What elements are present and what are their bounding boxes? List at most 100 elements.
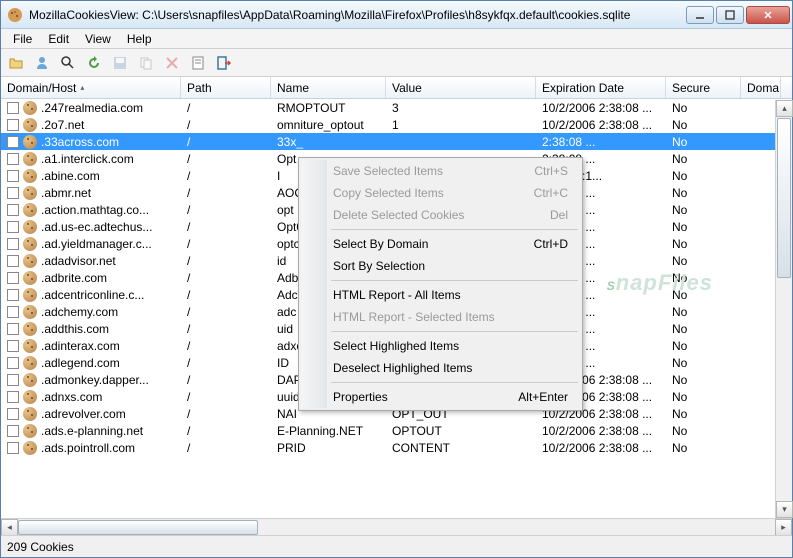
context-menu-item[interactable]: Select By DomainCtrl+D xyxy=(301,233,580,255)
table-row[interactable]: .ads.e-planning.net/E-Planning.NETOPTOUT… xyxy=(1,422,792,439)
cell-path: / xyxy=(181,117,271,133)
vertical-scrollbar[interactable]: ▴ ▾ xyxy=(775,100,792,518)
column-expiration[interactable]: Expiration Date xyxy=(536,77,666,98)
cookie-icon xyxy=(23,356,37,370)
table-row[interactable]: .33across.com/33x_2:38:08 ...No xyxy=(1,133,792,150)
cell-path: / xyxy=(181,134,271,150)
cell-secure: No xyxy=(666,287,741,303)
menu-edit[interactable]: Edit xyxy=(40,30,77,48)
row-checkbox[interactable] xyxy=(7,255,19,267)
scroll-down-button[interactable]: ▾ xyxy=(776,501,793,518)
cell-secure: No xyxy=(666,440,741,456)
row-checkbox[interactable] xyxy=(7,170,19,182)
cell-secure: No xyxy=(666,321,741,337)
save-icon[interactable] xyxy=(109,52,131,74)
context-menu-item[interactable]: PropertiesAlt+Enter xyxy=(301,386,580,408)
cell-host: .abmr.net xyxy=(41,186,91,200)
menu-file[interactable]: File xyxy=(5,30,40,48)
cookie-icon xyxy=(23,135,37,149)
row-checkbox[interactable] xyxy=(7,119,19,131)
minimize-button[interactable] xyxy=(686,6,714,24)
column-secure[interactable]: Secure xyxy=(666,77,741,98)
row-checkbox[interactable] xyxy=(7,102,19,114)
row-checkbox[interactable] xyxy=(7,272,19,284)
table-row[interactable]: .247realmedia.com/RMOPTOUT310/2/2006 2:3… xyxy=(1,99,792,116)
column-domain-host[interactable]: Domain/Host▴ xyxy=(1,77,181,98)
context-menu-label: HTML Report - All Items xyxy=(333,288,461,302)
scroll-thumb[interactable] xyxy=(18,520,258,535)
cell-host: .adrevolver.com xyxy=(41,407,126,421)
cell-host: .admonkey.dapper... xyxy=(41,373,149,387)
table-row[interactable]: .ads.pointroll.com/PRIDCONTENT10/2/2006 … xyxy=(1,439,792,456)
cell-expiration: 10/2/2006 2:38:08 ... xyxy=(536,117,666,133)
cell-host: .adadvisor.net xyxy=(41,254,116,268)
cookie-icon xyxy=(23,390,37,404)
cell-path: / xyxy=(181,372,271,388)
scroll-left-button[interactable]: ◂ xyxy=(1,519,18,536)
menu-view[interactable]: View xyxy=(77,30,119,48)
row-checkbox[interactable] xyxy=(7,221,19,233)
cell-secure: No xyxy=(666,253,741,269)
user-icon[interactable] xyxy=(31,52,53,74)
row-checkbox[interactable] xyxy=(7,442,19,454)
row-checkbox[interactable] xyxy=(7,153,19,165)
cell-path: / xyxy=(181,304,271,320)
context-menu-label: Properties xyxy=(333,390,388,404)
maximize-button[interactable] xyxy=(716,6,744,24)
cookie-icon xyxy=(23,152,37,166)
context-menu-item[interactable]: HTML Report - All Items xyxy=(301,284,580,306)
delete-icon[interactable] xyxy=(161,52,183,74)
refresh-icon[interactable] xyxy=(83,52,105,74)
row-checkbox[interactable] xyxy=(7,323,19,335)
find-icon[interactable] xyxy=(57,52,79,74)
row-checkbox[interactable] xyxy=(7,340,19,352)
cell-host: .adlegend.com xyxy=(41,356,120,370)
copy-icon[interactable] xyxy=(135,52,157,74)
open-file-icon[interactable] xyxy=(5,52,27,74)
context-menu-separator xyxy=(331,382,578,383)
column-domain-overflow[interactable]: Doma xyxy=(741,77,781,98)
row-checkbox[interactable] xyxy=(7,136,19,148)
row-checkbox[interactable] xyxy=(7,289,19,301)
cell-path: / xyxy=(181,270,271,286)
context-menu-item[interactable]: Deselect Highlighed Items xyxy=(301,357,580,379)
row-checkbox[interactable] xyxy=(7,391,19,403)
row-checkbox[interactable] xyxy=(7,425,19,437)
column-value[interactable]: Value xyxy=(386,77,536,98)
cell-path: / xyxy=(181,151,271,167)
row-checkbox[interactable] xyxy=(7,408,19,420)
column-path[interactable]: Path xyxy=(181,77,271,98)
horizontal-scrollbar[interactable]: ◂ ▸ xyxy=(1,518,792,535)
row-checkbox[interactable] xyxy=(7,374,19,386)
context-menu-item[interactable]: Select Highlighed Items xyxy=(301,335,580,357)
cell-name: PRID xyxy=(271,440,386,456)
row-checkbox[interactable] xyxy=(7,204,19,216)
row-checkbox[interactable] xyxy=(7,187,19,199)
titlebar[interactable]: MozillaCookiesView: C:\Users\snapfiles\A… xyxy=(1,1,792,29)
cookie-icon xyxy=(23,220,37,234)
menu-help[interactable]: Help xyxy=(119,30,160,48)
scroll-track[interactable] xyxy=(18,519,775,536)
cookie-icon xyxy=(23,322,37,336)
cell-host: .2o7.net xyxy=(41,118,84,132)
vscroll-thumb[interactable] xyxy=(777,118,791,278)
cell-expiration: 10/2/2006 2:38:08 ... xyxy=(536,100,666,116)
context-menu-item[interactable]: Sort By Selection xyxy=(301,255,580,277)
cookie-icon xyxy=(23,288,37,302)
cell-path: / xyxy=(181,406,271,422)
close-button[interactable] xyxy=(746,6,790,24)
cell-value: OPTOUT xyxy=(386,423,536,439)
context-menu-label: Select By Domain xyxy=(333,237,428,251)
cookie-icon xyxy=(23,339,37,353)
cookie-icon xyxy=(23,407,37,421)
row-checkbox[interactable] xyxy=(7,238,19,250)
properties-icon[interactable] xyxy=(187,52,209,74)
scroll-up-button[interactable]: ▴ xyxy=(776,100,793,117)
cell-secure: No xyxy=(666,304,741,320)
row-checkbox[interactable] xyxy=(7,306,19,318)
exit-icon[interactable] xyxy=(213,52,235,74)
column-name[interactable]: Name xyxy=(271,77,386,98)
table-row[interactable]: .2o7.net/omniture_optout110/2/2006 2:38:… xyxy=(1,116,792,133)
scroll-right-button[interactable]: ▸ xyxy=(775,519,792,536)
row-checkbox[interactable] xyxy=(7,357,19,369)
